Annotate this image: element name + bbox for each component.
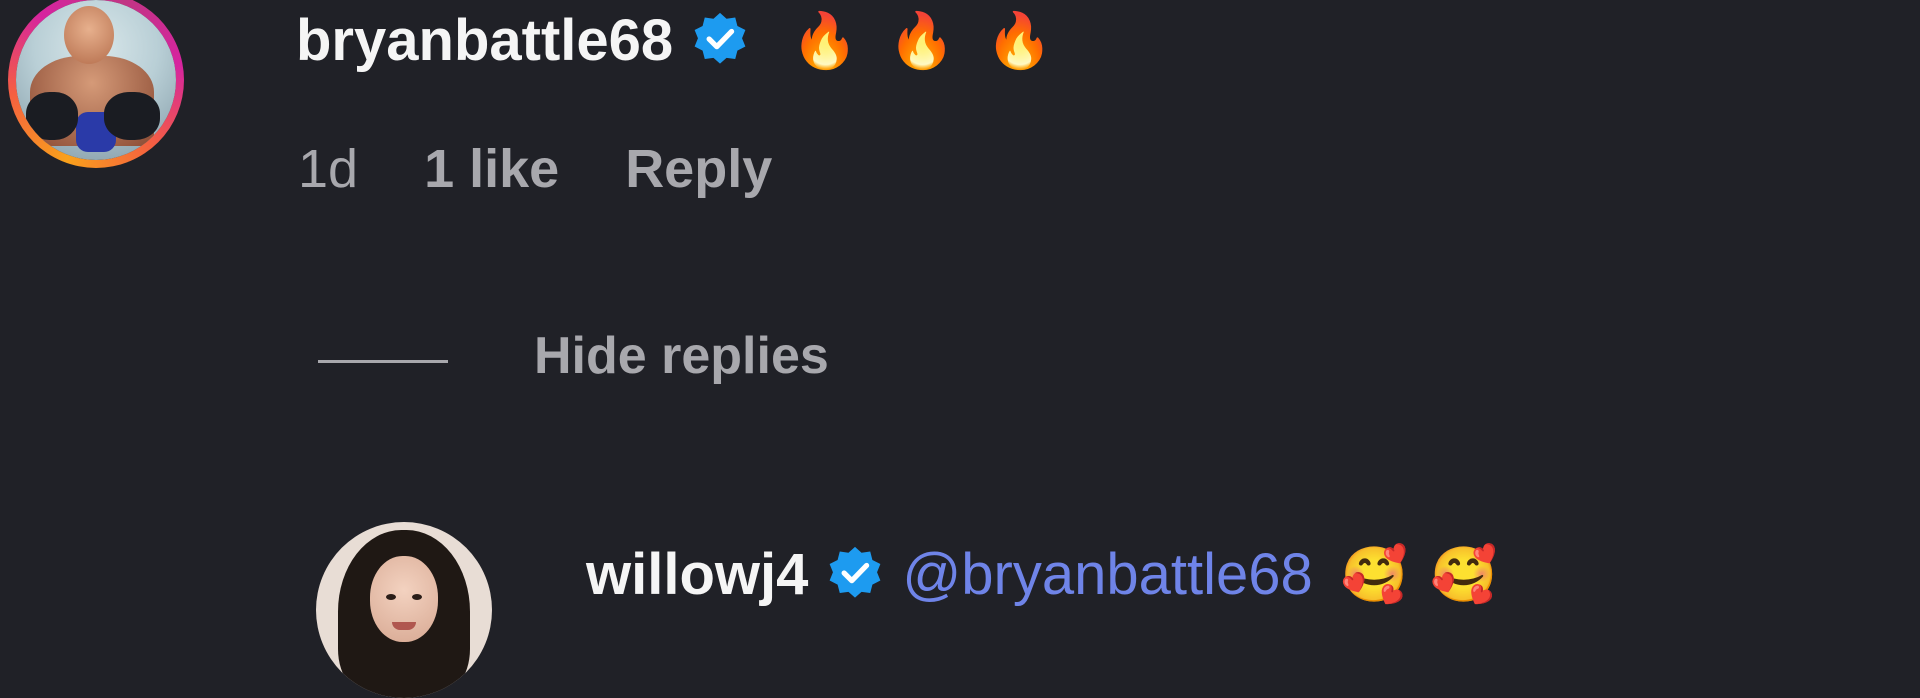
comment-meta: 1d 1 like Reply (298, 142, 772, 196)
hide-replies-button[interactable]: Hide replies (534, 330, 829, 382)
comment-header: bryanbattle68 🔥 🔥 🔥 (296, 6, 1053, 76)
comment-like-count[interactable]: 1 like (424, 142, 559, 196)
commenter-username[interactable]: bryanbattle68 (296, 12, 673, 70)
comment-age[interactable]: 1d (298, 142, 358, 196)
reply-button[interactable]: Reply (625, 142, 772, 196)
verified-badge-icon (691, 10, 749, 73)
verified-badge-icon (826, 544, 884, 607)
commenter-avatar[interactable] (16, 0, 176, 160)
comment-text: 🔥 🔥 🔥 (791, 14, 1053, 68)
avatar-figure-eye-left (386, 594, 396, 600)
replies-divider (318, 360, 448, 363)
reply-text: 🥰 🥰 (1341, 548, 1498, 602)
reply-header: willowj4 @bryanbattle68 🥰 🥰 (586, 540, 1497, 610)
avatar-figure-eye-right (412, 594, 422, 600)
avatar-figure-glove-right (104, 92, 160, 140)
replier-avatar[interactable] (316, 522, 492, 698)
commenter-avatar-story-ring[interactable] (8, 0, 184, 168)
replier-username[interactable]: willowj4 (586, 546, 808, 604)
avatar-figure-head (64, 6, 114, 64)
fire-emoji: 🔥 (791, 11, 859, 71)
fire-emoji: 🔥 (985, 11, 1053, 71)
fire-emoji: 🔥 (888, 11, 956, 71)
mention-link[interactable]: @bryanbattle68 (902, 546, 1312, 604)
smiling-face-with-hearts-emoji: 🥰 (1430, 545, 1498, 605)
smiling-face-with-hearts-emoji: 🥰 (1340, 545, 1408, 605)
avatar-figure-glove-left (26, 92, 78, 140)
